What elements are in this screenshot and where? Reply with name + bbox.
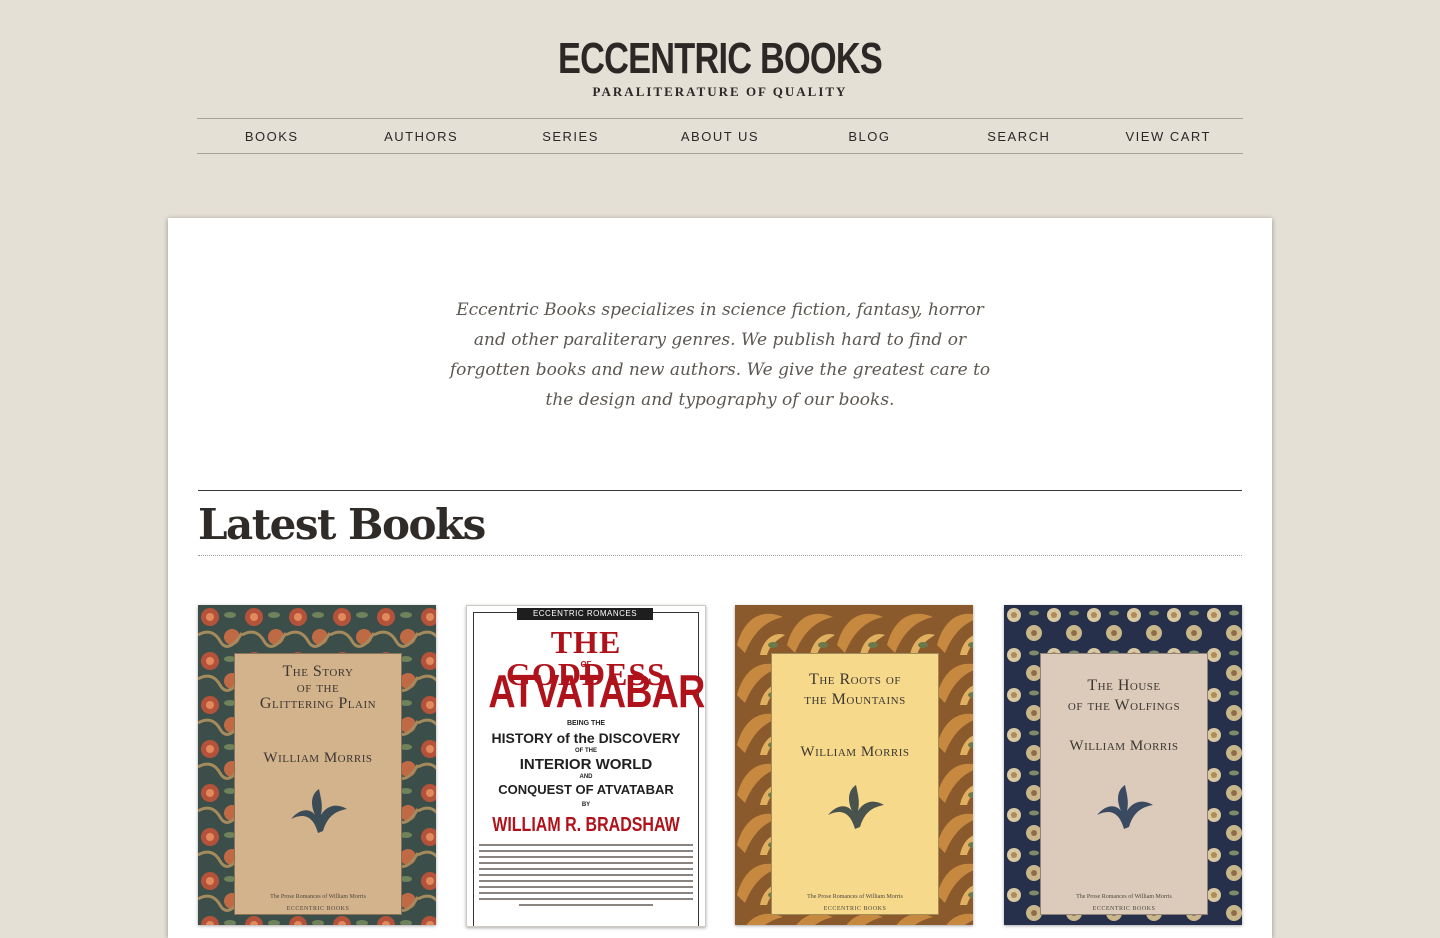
book-cover-house-of-the-wolfings[interactable]: The House of the Wolfings William Morris… (1004, 605, 1242, 925)
cover-panel: The Roots of the Mountains William Morri… (771, 653, 939, 915)
book-publisher: ECCENTRIC BOOKS (286, 906, 350, 912)
cover-panel: The House of the Wolfings William Morris… (1040, 653, 1208, 915)
book-publisher: ECCENTRIC BOOKS (823, 906, 887, 912)
book-title-line2: of the (296, 679, 340, 696)
book-cover-glittering-plain[interactable]: The Story of the Glittering Plain Willia… (198, 605, 436, 925)
book-series: The Prose Romances of William Morris (1076, 894, 1172, 900)
book-title-line1: The House (1087, 677, 1161, 694)
book-subtitle-by: BY (581, 802, 591, 808)
book-author: William Morris (263, 750, 373, 766)
cover-panel: The Story of the Glittering Plain Willia… (234, 653, 402, 915)
nav-item-search[interactable]: SEARCH (944, 119, 1093, 153)
book-subtitle-and: AND (579, 774, 593, 780)
thistle-ornament-icon (235, 785, 401, 840)
section-divider (198, 490, 1242, 491)
book-title-line2: ATVATABAR (488, 665, 705, 717)
site-logo-title[interactable]: ECCENTRIC BOOKS (158, 34, 1281, 84)
book-subtitle-of: OF THE (575, 748, 597, 754)
book-title-line2: of the Wolfings (1067, 697, 1181, 714)
section-title-underline (198, 555, 1242, 556)
book-author: WILLIAM R. BRADSHAW (492, 814, 680, 836)
section-title: Latest Books (198, 500, 486, 549)
book-series: ECCENTRIC ROMANCES (517, 608, 653, 620)
nav-item-authors[interactable]: AUTHORS (346, 119, 495, 153)
book-title-line1: The Story (282, 663, 354, 680)
book-subtitle-being: BEING THE (566, 720, 606, 727)
book-title-line2: the Mountains (804, 691, 906, 708)
book-title-line1: The Roots of (809, 671, 901, 688)
nav-item-books[interactable]: BOOKS (197, 119, 346, 153)
text-lines-icon (479, 844, 693, 906)
site-logo-tagline: PARALITERATURE OF QUALITY (592, 84, 848, 99)
site-header: ECCENTRIC BOOKS PARALITERATURE OF QUALIT… (0, 0, 1440, 170)
nav-item-view-cart[interactable]: VIEW CART (1094, 119, 1243, 153)
book-cover-goddess-of-atvatabar[interactable]: ECCENTRIC ROMANCES THE GODDESS OF ATVATA… (466, 605, 706, 927)
nav-item-about-us[interactable]: ABOUT US (645, 119, 794, 153)
book-title-line3: Glittering Plain (259, 695, 377, 712)
book-publisher: ECCENTRIC BOOKS (1092, 906, 1156, 912)
book-subtitle-line3: CONQUEST OF ATVATABAR (498, 782, 674, 797)
nav-item-blog[interactable]: BLOG (795, 119, 944, 153)
book-subtitle-line2: INTERIOR WORLD (519, 756, 653, 773)
book-cover-roots-of-the-mountains[interactable]: The Roots of the Mountains William Morri… (735, 605, 973, 925)
content-card: Eccentric Books specializes in science f… (168, 218, 1272, 938)
book-blurb-texture (479, 842, 693, 925)
main-nav: BOOKS AUTHORS SERIES ABOUT US BLOG SEARC… (197, 118, 1243, 154)
intro-text: Eccentric Books specializes in science f… (449, 300, 991, 410)
thistle-ornament-icon (1041, 781, 1207, 836)
thistle-ornament-icon (772, 781, 938, 836)
book-author: William Morris (1069, 738, 1179, 754)
nav-item-series[interactable]: SERIES (496, 119, 645, 153)
book-subtitle-line1: HISTORY of the DISCOVERY (491, 730, 681, 746)
book-series: The Prose Romances of William Morris (270, 894, 366, 900)
book-author: William Morris (800, 744, 910, 760)
book-series: The Prose Romances of William Morris (807, 894, 903, 900)
